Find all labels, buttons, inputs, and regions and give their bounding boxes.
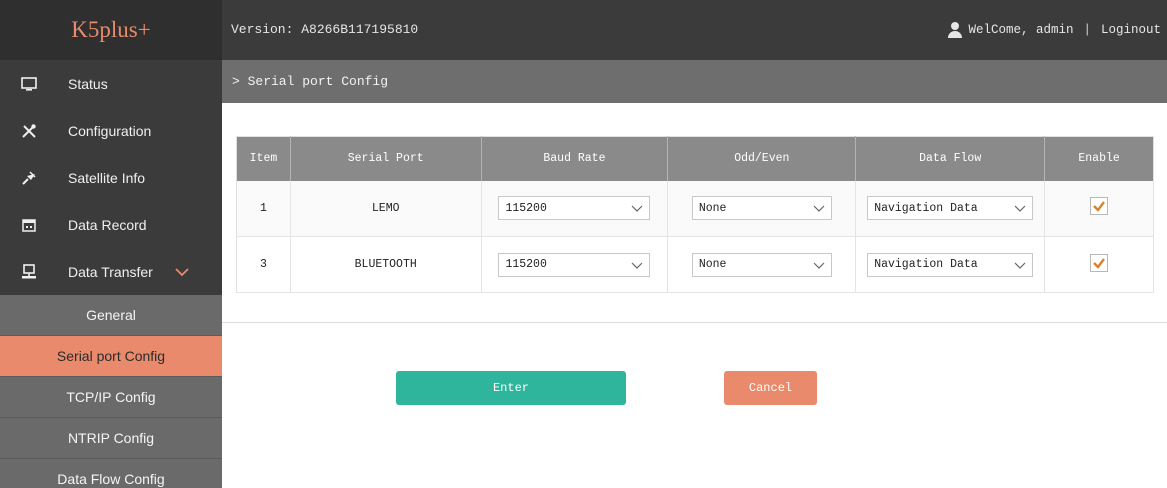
chevron-down-icon <box>813 262 825 269</box>
odd-even-select[interactable]: None <box>691 252 832 277</box>
cell-data-flow: Navigation Data <box>855 180 1046 237</box>
welcome-text: WelCome, admin <box>968 23 1074 37</box>
version-label: Version: A8266B117195810 <box>231 22 419 37</box>
sidebar-item-label: Satellite Info <box>68 169 146 186</box>
table-row: 3 BLUETOOTH 115200 None Navigation Data <box>236 236 1154 293</box>
sidebar-item-satellite-info[interactable]: Satellite Info <box>0 154 222 201</box>
cell-serial-port: LEMO <box>290 180 482 237</box>
odd-even-select[interactable]: None <box>691 196 832 221</box>
calendar-icon <box>20 216 38 234</box>
chevron-down-icon <box>813 205 825 213</box>
chevron-down-icon <box>632 205 643 213</box>
cell-odd-even: None <box>667 236 857 293</box>
data-flow-select[interactable]: Navigation Data <box>867 196 1034 221</box>
data-flow-value: Navigation Data <box>874 201 978 215</box>
column-header-baud-rate: Baud Rate <box>481 136 669 181</box>
sidebar-item-data-record[interactable]: Data Record <box>0 201 222 248</box>
enter-button[interactable]: Enter <box>396 371 626 405</box>
sidebar-item-label: Configuration <box>68 122 152 139</box>
breadcrumb: > Serial port Config <box>222 60 1167 103</box>
baud-rate-select[interactable]: 115200 <box>498 252 651 277</box>
cell-data-flow: Navigation Data <box>855 236 1046 293</box>
network-icon <box>20 263 38 281</box>
odd-even-value: None <box>698 258 727 271</box>
sidebar-subitem-ntrip-config[interactable]: NTRIP Config <box>0 418 222 459</box>
cell-baud-rate: 115200 <box>481 180 669 237</box>
data-flow-select[interactable]: Navigation Data <box>867 252 1034 277</box>
satellite-icon <box>20 169 38 187</box>
tools-icon <box>20 122 38 140</box>
sidebar-item-status[interactable]: Status <box>0 60 222 107</box>
data-flow-value: Navigation Data <box>874 258 978 271</box>
sidebar-subitem-serial-port-config[interactable]: Serial port Config <box>0 336 222 377</box>
column-header-data-flow: Data Flow <box>855 136 1046 181</box>
sidebar-item-data-transfer[interactable]: Data Transfer <box>0 248 222 295</box>
cancel-button[interactable]: Cancel <box>724 371 817 405</box>
sidebar-subitem-tcpip-config[interactable]: TCP/IP Config <box>0 377 222 418</box>
app-logo: K5plus+ <box>0 0 222 60</box>
baud-rate-value: 115200 <box>505 201 547 215</box>
baud-rate-value: 115200 <box>505 258 547 271</box>
monitor-icon <box>20 75 38 93</box>
sidebar-item-configuration[interactable]: Configuration <box>0 107 222 154</box>
user-icon <box>948 22 963 38</box>
separator: | <box>1083 23 1091 37</box>
check-icon <box>1093 201 1106 213</box>
cell-odd-even: None <box>667 180 857 237</box>
cell-baud-rate: 115200 <box>481 236 669 293</box>
user-box: WelCome, admin | Loginout <box>948 0 1161 60</box>
sidebar-item-label: Data Transfer <box>68 263 153 280</box>
column-header-odd-even: Odd/Even <box>667 136 857 181</box>
cell-item: 1 <box>236 180 291 237</box>
enable-checkbox[interactable] <box>1090 197 1109 216</box>
check-icon <box>1093 257 1106 269</box>
sidebar-item-label: Data Record <box>68 216 147 233</box>
chevron-down-icon <box>1014 262 1026 269</box>
enable-checkbox[interactable] <box>1090 253 1109 272</box>
odd-even-value: None <box>698 201 727 215</box>
column-header-item: Item <box>236 136 291 181</box>
serial-config-panel: Item Serial Port Baud Rate Odd/Even Data… <box>222 103 1167 323</box>
cell-enable <box>1044 180 1154 237</box>
sidebar: Status Configuration Satellite Info Data… <box>0 60 222 488</box>
serial-port-table: Item Serial Port Baud Rate Odd/Even Data… <box>236 136 1154 293</box>
chevron-down-icon <box>1014 205 1026 213</box>
cell-enable <box>1044 236 1154 293</box>
column-header-serial-port: Serial Port <box>290 136 482 181</box>
column-header-enable: Enable <box>1044 136 1154 181</box>
table-header-row: Item Serial Port Baud Rate Odd/Even Data… <box>236 136 1154 181</box>
cell-serial-port: BLUETOOTH <box>290 236 482 293</box>
table-row: 1 LEMO 115200 None Navigation Data <box>236 180 1154 237</box>
chevron-down-icon <box>632 262 643 269</box>
logout-link[interactable]: Loginout <box>1101 23 1161 37</box>
sidebar-item-label: Status <box>68 75 108 92</box>
top-bar: K5plus+ Version: A8266B117195810 WelCome… <box>0 0 1167 60</box>
sidebar-subitem-data-flow-config[interactable]: Data Flow Config <box>0 459 222 488</box>
cell-item: 3 <box>236 236 291 293</box>
chevron-down-icon[interactable] <box>175 265 189 279</box>
baud-rate-select[interactable]: 115200 <box>498 196 651 221</box>
sidebar-subitem-general[interactable]: General <box>0 295 222 336</box>
